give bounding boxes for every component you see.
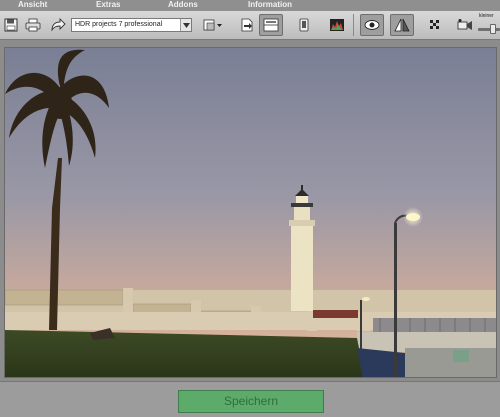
toolbar-separator xyxy=(353,14,354,36)
zoom-slider-handle[interactable] xyxy=(490,24,496,34)
zoom-label: kleiner xyxy=(479,13,494,19)
tablet-icon xyxy=(299,18,309,32)
menu-information[interactable]: Information xyxy=(248,0,292,10)
compare-button[interactable] xyxy=(293,14,315,36)
menu-bar: Ansicht Extras Addons Information xyxy=(0,0,500,11)
eye-icon xyxy=(364,20,380,30)
menu-ansicht[interactable]: Ansicht xyxy=(18,0,47,10)
project-select[interactable]: HDR projects 7 professional xyxy=(71,18,192,32)
split-view-icon xyxy=(263,18,279,32)
stack-icon xyxy=(203,19,222,31)
floppy-icon xyxy=(4,18,18,32)
document-export-icon xyxy=(241,18,253,32)
share-arrow-icon xyxy=(51,18,66,32)
lighthouse-photo xyxy=(5,48,496,377)
save-file-button[interactable] xyxy=(0,14,22,36)
mirror-icon xyxy=(394,18,410,32)
histogram-icon xyxy=(330,19,344,31)
print-button[interactable] xyxy=(22,14,44,36)
video-button[interactable] xyxy=(454,14,476,36)
histogram-button[interactable] xyxy=(326,14,348,36)
checkerboard-icon xyxy=(430,20,439,29)
camera-icon xyxy=(457,19,472,30)
batch-dropdown-button[interactable] xyxy=(201,14,225,36)
zoom-slider-track[interactable] xyxy=(478,28,500,31)
printer-icon xyxy=(25,18,41,32)
image-preview[interactable] xyxy=(4,47,497,378)
project-select-value: HDR projects 7 professional xyxy=(75,21,163,28)
menu-addons[interactable]: Addons xyxy=(168,0,198,10)
mirror-button[interactable] xyxy=(390,14,414,36)
split-view-button[interactable] xyxy=(259,14,283,36)
export-button[interactable] xyxy=(236,14,258,36)
chevron-down-icon xyxy=(180,19,191,31)
view-eye-button[interactable] xyxy=(360,14,384,36)
share-button[interactable] xyxy=(47,14,69,36)
mask-button[interactable] xyxy=(424,14,446,36)
menu-extras[interactable]: Extras xyxy=(96,0,120,10)
save-button[interactable]: Speichern xyxy=(178,390,324,413)
